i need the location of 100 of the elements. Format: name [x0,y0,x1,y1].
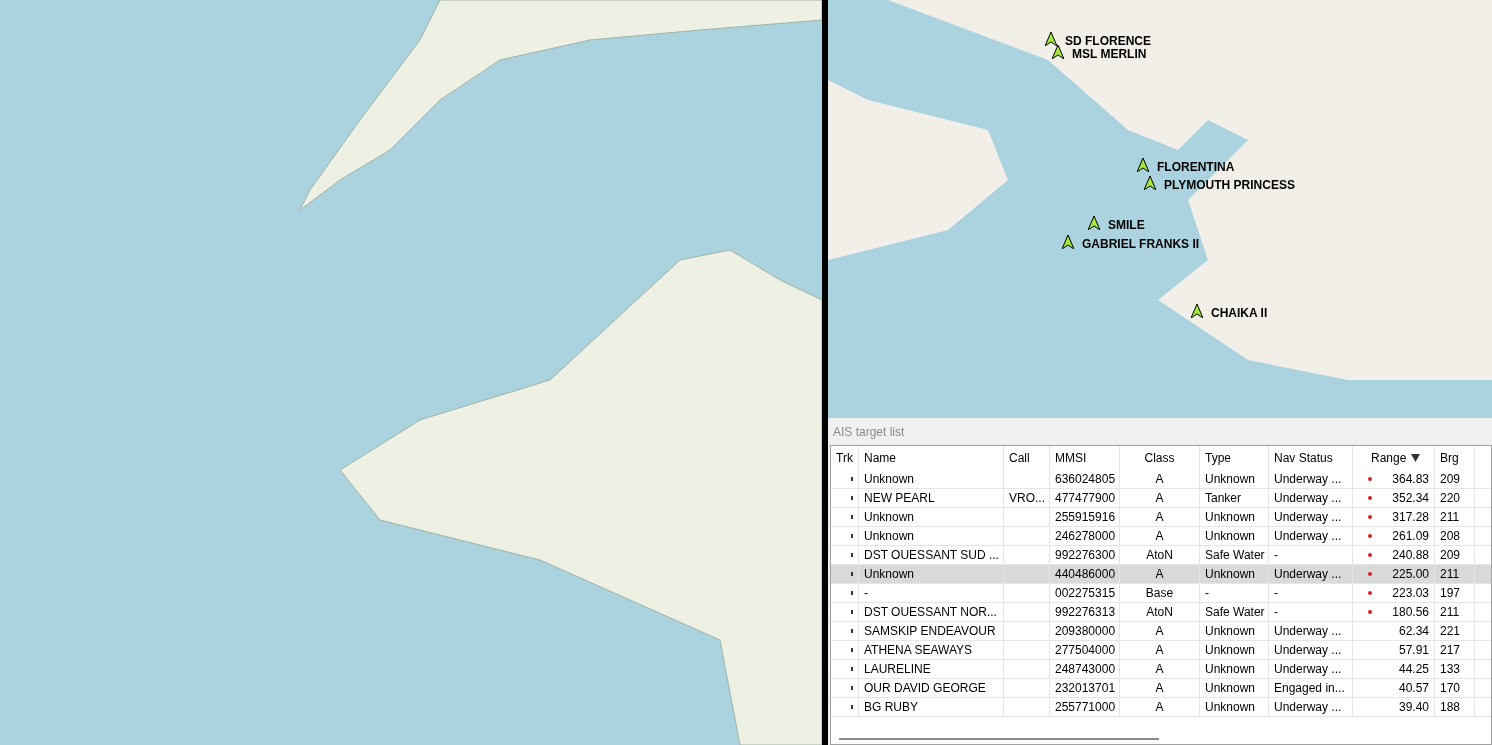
table-row[interactable]: DST OUESSANT NOR... 992276313 AtoN Safe Water - 180.56 211 [831,603,1491,622]
table-cell-text: OUR DAVID GEORGE [864,680,986,697]
sea-map[interactable] [0,0,822,745]
table-cell-text: Underway ... [1274,509,1342,526]
table-cell-text: 636024805 [1055,471,1116,488]
table-cell-text: DST OUESSANT SUD ... [864,547,999,564]
ship-icon [1062,235,1074,249]
table-cell-text: Underway ... [1274,471,1342,488]
table-cell-text: Unknown [864,528,915,545]
table-cell-text: 232013701 [1055,680,1116,697]
table-cell-text: Unknown [1205,623,1256,640]
table-row[interactable]: OUR DAVID GEORGE 232013701 A Unknown Engaged in... 40.57 170 [831,679,1491,698]
table-cell-text: A [1155,661,1164,678]
table-cell-text: Unknown [1205,661,1256,678]
table-cell-text: LAURELINE [864,661,931,678]
table-cell-text: 992276300 [1055,547,1116,564]
table-row[interactable]: LAURELINE 248743000 A Unknown Underway ... 44.25 133 [831,660,1491,679]
table-cell-text: A [1155,490,1164,507]
table-row[interactable]: Unknown 440486000 A Unknown Underway ... 225.00 211 [831,565,1491,584]
table-cell-text: AtoN [1146,547,1173,564]
column-header[interactable]: Brg [1435,446,1475,470]
vessel-label: CHAIKA II [1211,305,1268,322]
table-cell-text: 248743000 [1055,661,1116,678]
table-cell-text: A [1155,566,1164,583]
table-cell-text: 209 [1440,471,1461,488]
table-cell-text: A [1155,471,1164,488]
ship-icon [1045,32,1057,46]
table-cell-text: Unknown [1205,471,1256,488]
table-cell-text: 217 [1440,642,1461,659]
vessel-label: GABRIEL FRANKS II [1082,236,1200,253]
table-cell-text: 197 [1440,585,1461,602]
table-cell-text: 220 [1440,490,1461,507]
table-cell-text: Underway ... [1274,490,1342,507]
table-cell-text: 002275315 [1055,585,1116,602]
table-row[interactable]: Unknown 636024805 A Unknown Underway ... 364.83 209 [831,470,1491,489]
column-header[interactable]: Call [1004,446,1050,470]
table-row[interactable]: BG RUBY 255771000 A Unknown Underway ... 39.40 188 [831,698,1491,717]
table-cell-text: 246278000 [1055,528,1116,545]
table-cell-text: Underway ... [1274,566,1342,583]
table-cell-text: 223.03 [1392,585,1429,602]
table-cell-text: Unknown [1205,528,1256,545]
table-cell-text: 225.00 [1392,566,1429,583]
ship-icon [1137,158,1149,172]
table-cell-text: A [1155,528,1164,545]
column-header[interactable]: Nav Status [1269,446,1353,470]
table-cell-text: A [1155,699,1164,716]
table-cell-text: Unknown [1205,566,1256,583]
column-header[interactable]: Type [1200,446,1269,470]
column-header[interactable]: Class [1120,446,1200,470]
ship-icon [1052,45,1064,59]
table-row[interactable]: ATHENA SEAWAYS 277504000 A Unknown Underway ... 57.91 217 [831,641,1491,660]
column-header[interactable]: Trk [831,446,859,470]
table-cell-text: 477477900 [1055,490,1116,507]
table-cell-text: 170 [1440,680,1461,697]
table-cell-text: ATHENA SEAWAYS [864,642,973,659]
table-cell-text: SAMSKIP ENDEAVOUR [864,623,996,640]
harbour-map[interactable]: SD FLORENCE MSL MERLIN FLORENTINA PLYMOUTH PRINCESS SMILE GABRIEL FRANKS II CHAIKA II [828,0,1492,418]
table-row[interactable]: Unknown 255915916 A Unknown Underway ... 317.28 211 [831,508,1491,527]
table-cell-text: - [864,585,868,602]
table-cell-text: 209380000 [1055,623,1116,640]
vessel-label: MSL MERLIN [1072,46,1147,63]
table-cell-text: Underway ... [1274,661,1342,678]
table-cell-text: A [1155,509,1164,526]
ship-icon [1144,176,1156,190]
table-cell-text: DST OUESSANT NOR... [864,604,997,621]
column-header[interactable]: MMSI [1050,446,1120,470]
table-cell-text: A [1155,680,1164,697]
table-cell-text: 240.88 [1392,547,1429,564]
column-header[interactable]: Range [1353,446,1435,470]
table-cell-text: Unknown [864,566,915,583]
table-cell-text: 211 [1440,604,1460,621]
ship-icon [1088,216,1100,230]
table-cell-text: 208 [1440,528,1461,545]
table-cell-text: 440486000 [1055,566,1116,583]
table-row[interactable]: Unknown 246278000 A Unknown Underway ... 261.09 208 [831,527,1491,546]
table-cell-text: Safe Water [1205,604,1265,621]
vessel-label: PLYMOUTH PRINCESS [1164,177,1295,194]
horizontal-scrollbar[interactable] [839,738,1159,740]
table-cell-text: Unknown [1205,642,1256,659]
table-cell-text: - [1274,604,1278,621]
vessel-label: SMILE [1108,217,1145,234]
table-row[interactable]: - 002275315 Base - - 223.03 197 [831,584,1491,603]
column-header[interactable]: Name [859,446,1004,470]
table-cell-text: Underway ... [1274,528,1342,545]
sort-down-icon [1411,454,1420,462]
table-row[interactable]: NEW PEARL VRO... 477477900 A Tanker Underway ... 352.34 220 [831,489,1491,508]
table-cell-text: - [1274,585,1278,602]
table-cell-text: 221 [1440,623,1461,640]
table-cell-text: Base [1145,585,1174,602]
table-cell-text: AtoN [1146,604,1173,621]
table-cell-text: Unknown [1205,680,1256,697]
table-cell-text: 277504000 [1055,642,1116,659]
table-cell-text: VRO... [1009,490,1045,507]
table-cell-text: - [1205,585,1209,602]
table-cell-text: 211 [1440,566,1460,583]
table-cell-text: 209 [1440,547,1461,564]
table-cell-text: NEW PEARL [864,490,935,507]
table-row[interactable]: SAMSKIP ENDEAVOUR 209380000 A Unknown Underway ... 62.34 221 [831,622,1491,641]
table-cell-text: 62.34 [1398,623,1429,640]
table-cell-text: 255771000 [1055,699,1116,716]
